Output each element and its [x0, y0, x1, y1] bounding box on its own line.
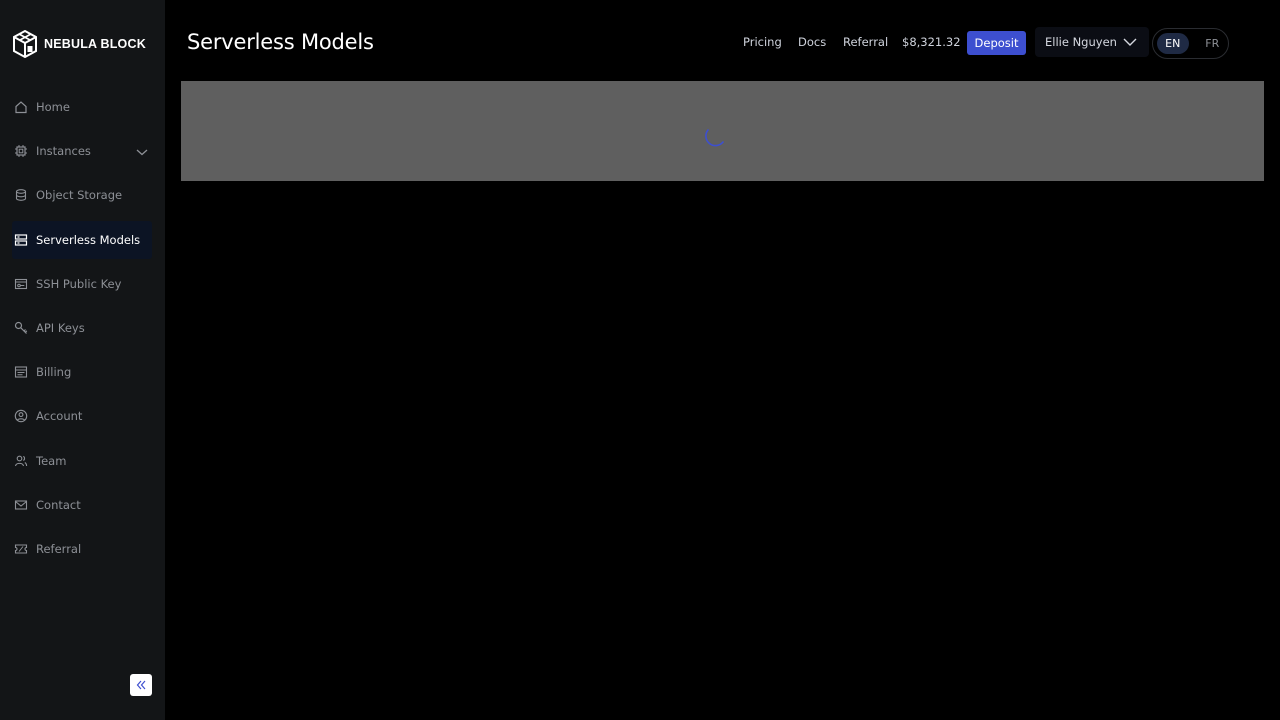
mail-icon [14, 500, 28, 510]
sidebar-item-label: Object Storage [36, 188, 123, 202]
user-circle-icon [14, 409, 28, 423]
language-switch: EN FR [1152, 28, 1229, 59]
sidebar-item-instances[interactable]: Instances [12, 132, 152, 170]
pricing-link[interactable]: Pricing [743, 35, 782, 49]
loading-panel [181, 81, 1264, 181]
language-option-fr[interactable]: FR [1197, 33, 1229, 54]
server-icon [14, 234, 28, 246]
account-balance: $8,321.32 [902, 35, 961, 49]
key-card-icon [14, 278, 28, 290]
billing-icon [14, 366, 28, 378]
sidebar-item-label: SSH Public Key [36, 277, 122, 291]
sidebar-item-contact[interactable]: Contact [12, 486, 152, 524]
sidebar-item-object-storage[interactable]: Object Storage [12, 176, 152, 214]
sidebar-item-label: Referral [36, 542, 82, 556]
sidebar-item-team[interactable]: Team [12, 442, 152, 480]
language-option-en[interactable]: EN [1157, 33, 1189, 54]
sidebar-item-ssh-public-key[interactable]: SSH Public Key [12, 265, 152, 303]
sidebar-item-serverless-models[interactable]: Serverless Models [12, 221, 152, 259]
team-icon [14, 455, 28, 467]
deposit-button[interactable]: Deposit [967, 31, 1026, 55]
database-icon [15, 189, 27, 201]
sidebar: NEBULA BLOCK Home Instances Object Stora… [0, 0, 165, 720]
sidebar-item-label: Team [36, 454, 67, 468]
sidebar-item-api-keys[interactable]: API Keys [12, 309, 152, 347]
sidebar-item-label: API Keys [36, 321, 85, 335]
user-menu[interactable]: Ellie Nguyen [1035, 27, 1149, 57]
sidebar-item-label: Instances [36, 144, 91, 158]
nebula-cube-icon [13, 30, 37, 58]
sidebar-item-account[interactable]: Account [12, 397, 152, 435]
sidebar-item-label: Billing [36, 365, 72, 379]
sidebar-item-label: Home [36, 100, 70, 114]
ticket-icon [14, 544, 28, 554]
collapse-sidebar-button[interactable] [130, 674, 152, 696]
page-title: Serverless Models [187, 30, 374, 54]
sidebar-item-home[interactable]: Home [12, 88, 152, 126]
key-icon [14, 321, 28, 334]
sidebar-item-label: Account [36, 409, 83, 423]
sidebar-item-label: Contact [36, 498, 81, 512]
double-chevron-left-icon [136, 680, 146, 690]
home-icon [15, 101, 27, 114]
sidebar-item-billing[interactable]: Billing [12, 353, 152, 391]
sidebar-item-label: Serverless Models [36, 233, 141, 247]
chip-icon [15, 145, 27, 157]
referral-link[interactable]: Referral [843, 35, 888, 49]
loading-spinner-icon [705, 129, 724, 147]
sidebar-item-referral[interactable]: Referral [12, 530, 152, 568]
chevron-down-icon [1123, 38, 1137, 46]
brand-logo[interactable]: NEBULA BLOCK [12, 30, 146, 58]
brand-name: NEBULA BLOCK [44, 37, 146, 51]
chevron-down-icon[interactable] [136, 146, 148, 158]
user-name: Ellie Nguyen [1045, 35, 1117, 49]
docs-link[interactable]: Docs [798, 35, 826, 49]
